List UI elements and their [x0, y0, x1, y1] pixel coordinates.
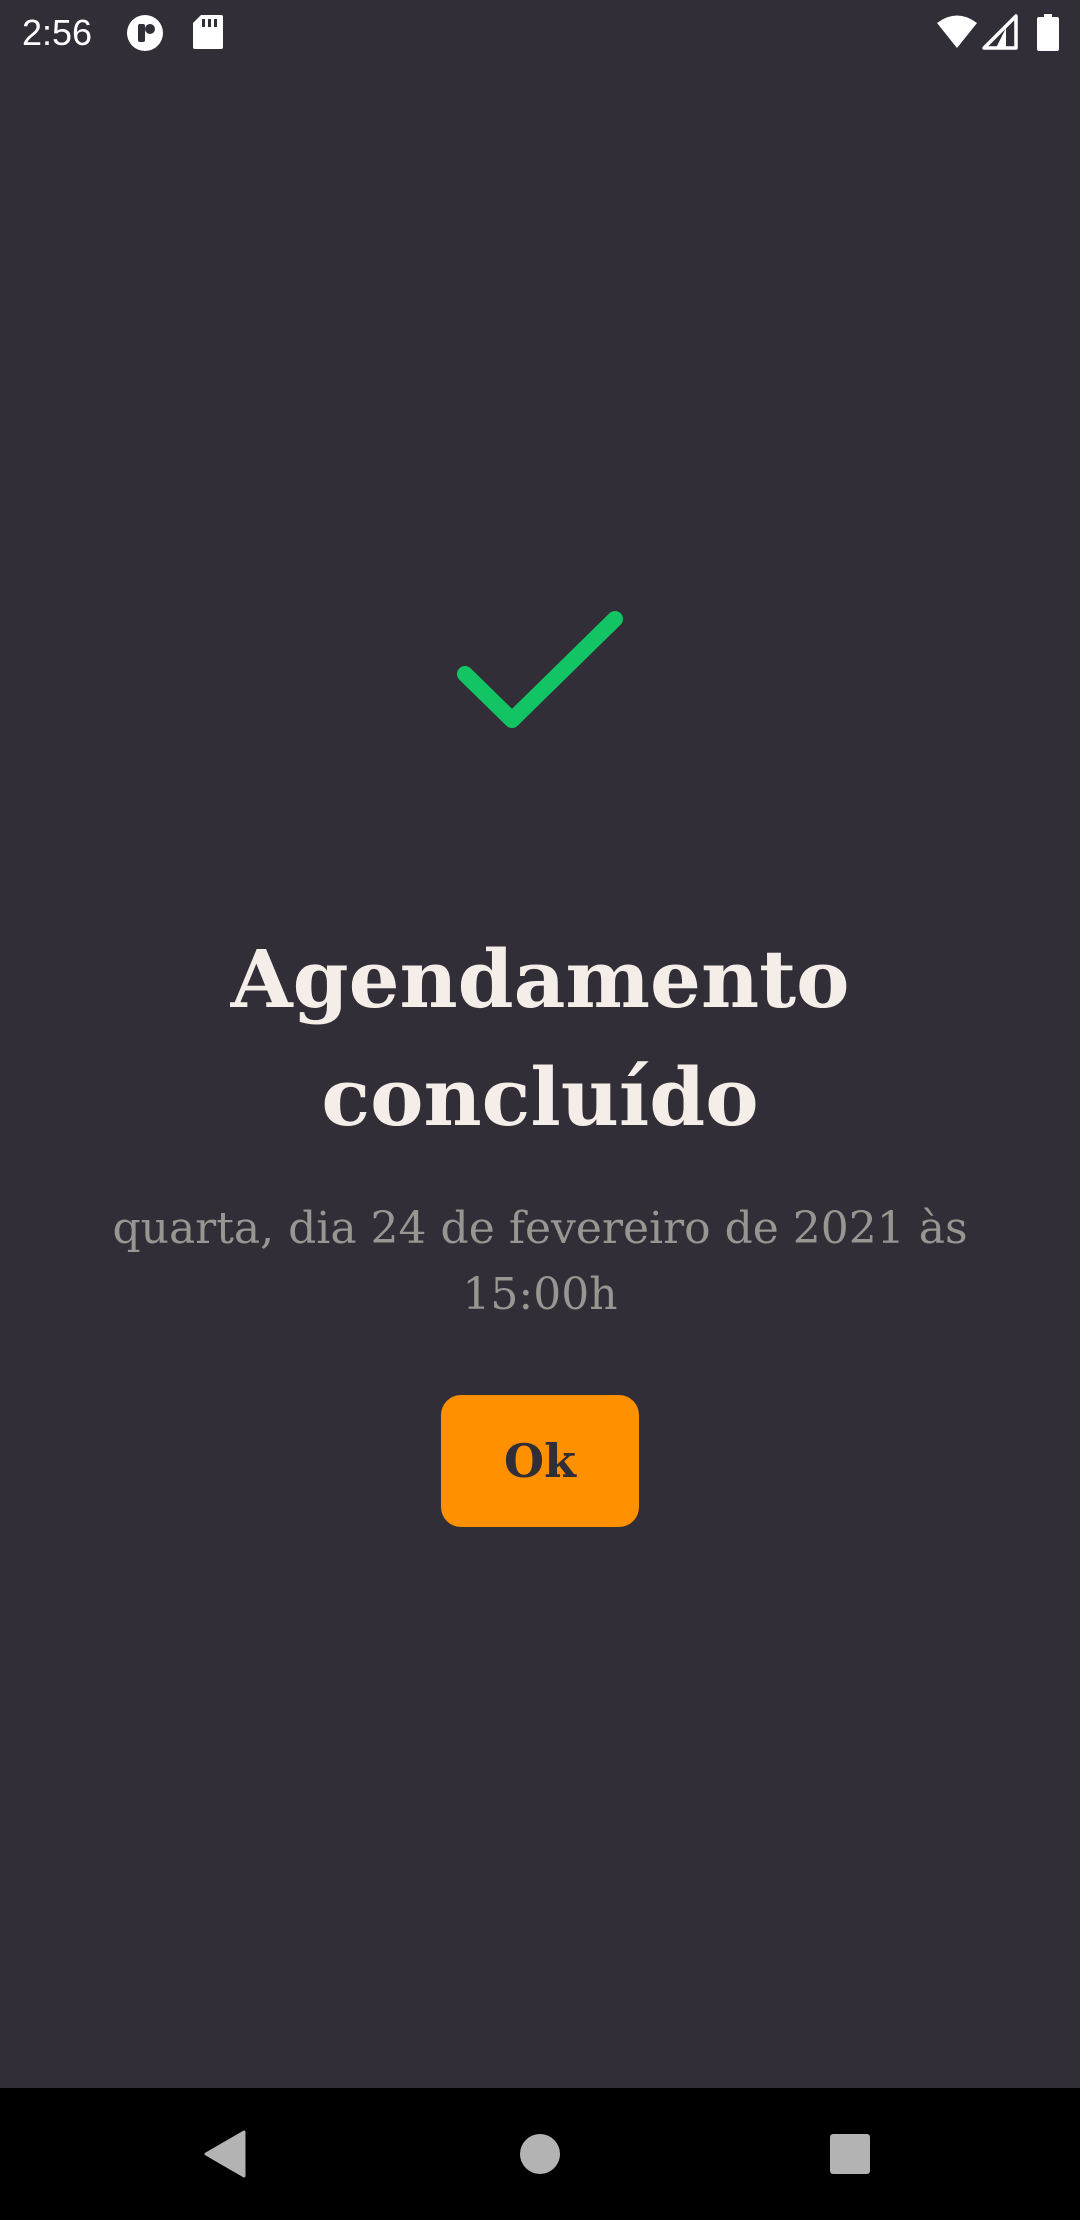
back-icon[interactable] [190, 2118, 262, 2190]
subtitle-line-1: quarta, dia 24 de fevereiro de 2021 às [112, 1203, 968, 1254]
confirmation-screen: Agendamento concluído quarta, dia 24 de … [0, 0, 1080, 2088]
ok-button[interactable]: Ok [441, 1395, 639, 1527]
page-title: Agendamento concluído [90, 920, 990, 1156]
navigation-bar [0, 2088, 1080, 2220]
subtitle-line-2: 15:00h [462, 1269, 618, 1320]
appointment-datetime: quarta, dia 24 de fevereiro de 2021 às 1… [90, 1196, 990, 1328]
title-line-2: concluído [321, 1050, 759, 1144]
check-icon [457, 611, 623, 728]
recents-icon[interactable] [814, 2118, 886, 2190]
home-icon[interactable] [504, 2118, 576, 2190]
title-line-1: Agendamento [230, 932, 850, 1026]
